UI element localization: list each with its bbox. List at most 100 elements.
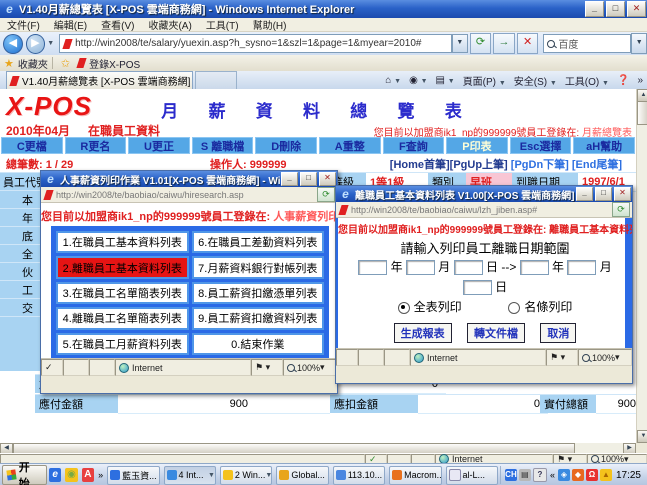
generate-report-button[interactable]: 生成報表 [394,323,452,343]
home-icon[interactable]: ⌂ ▼ [385,75,401,86]
radio-name-list[interactable]: 名條列印 [508,300,572,314]
menu-item-8[interactable]: 8.員工薪資扣繳憑單列表 [192,282,325,304]
taskbar-app-ie-group[interactable]: 4 Int...▼ [164,466,216,485]
menu-item-4[interactable]: 4.離職員工名單簡表列表 [56,307,189,329]
menu-item-1[interactable]: 1.在職員工基本資料列表 [56,231,189,253]
quicklaunch-ie-icon[interactable]: e [49,468,61,482]
menu-view[interactable]: 查看(V) [101,17,134,32]
tray-alert-icon[interactable]: ▲ [600,469,612,481]
refresh-icon[interactable]: ⟳ [612,202,630,217]
button-leave-file[interactable]: S 離職檔 [192,137,254,154]
leave-dialog-url[interactable]: http://win2008/te/baobiao/caiwu/lzh_jibe… [351,205,612,215]
help-tray-icon[interactable]: ? [533,468,547,482]
export-file-button[interactable]: 轉文件檔 [467,323,525,343]
feeds-icon[interactable]: ◉ ▼ [409,75,427,86]
menu-edit[interactable]: 編輯(E) [54,17,87,32]
scroll-thumb[interactable] [637,101,647,125]
scroll-down-icon[interactable]: ▼ [637,430,647,443]
nav-home-key[interactable]: [Home首筆] [390,159,450,171]
from-month-input[interactable] [406,260,435,275]
address-dropdown-icon[interactable]: ▼ [452,34,468,53]
search-options-icon[interactable]: ▼ [631,33,647,54]
address-bar[interactable]: http://win2008/te/salary/yuexin.asp?h_sy… [59,34,452,53]
favorites-label[interactable]: 收藏夾 [18,56,48,71]
menu-item-9[interactable]: 9.員工薪資扣繳資料列表 [192,307,325,329]
menu-tools[interactable]: 工具(T) [206,17,239,32]
more-icon[interactable]: » [637,75,643,86]
language-indicator[interactable]: CH [505,469,517,481]
tray-app-icon[interactable]: ◆ [572,469,584,481]
tray-qq-icon[interactable]: Ω [586,469,598,481]
button-rebuild[interactable]: A重整 [319,137,381,154]
cancel-button[interactable]: 取消 [540,323,576,343]
maximize-button[interactable]: □ [606,1,625,17]
nav-pgdn-key[interactable]: [PgDn下筆] [511,159,569,171]
print-dialog-titlebar[interactable]: e 人事薪資列印作業 V1.01[X-POS 雲端商務網] - Win... _… [41,171,337,187]
protected-mode-icon[interactable]: ⚑ ▾ [546,349,578,366]
button-print[interactable]: P印表 [446,137,508,154]
start-button[interactable]: 开始 [2,465,47,485]
menu-file[interactable]: 文件(F) [7,17,40,32]
window-titlebar[interactable]: e V1.40月薪總覽表 [X-POS 雲端商務網] - Windows Int… [0,0,647,18]
quicklaunch-more-icon[interactable]: » [98,470,103,480]
taskbar-app-document[interactable]: al-L... [446,466,498,485]
refresh-icon[interactable]: ⟳ [317,187,335,202]
address-url[interactable]: http://win2008/te/salary/yuexin.asp?h_sy… [75,38,451,49]
to-day-input[interactable] [463,280,492,295]
button-delete[interactable]: D刪除 [255,137,317,154]
menu-item-3[interactable]: 3.在職員工名單簡表列表 [56,282,189,304]
menu-item-2-selected[interactable]: 2.離職員工基本資料列表 [56,256,189,278]
favorites-star-icon[interactable]: ★ [4,57,14,70]
minimize-button[interactable]: _ [576,187,593,201]
close-button[interactable]: ✕ [627,1,646,17]
from-day-input[interactable] [454,260,483,275]
print-dialog-url[interactable]: http://win2008/te/baobiao/caiwu/hiresear… [56,190,317,200]
taskbar-app-lanyu[interactable]: 藍玉資... [107,466,159,485]
stop-button[interactable]: ✕ [517,33,539,54]
safety-menu[interactable]: 安全(S) ▼ [514,73,557,88]
zoom-control[interactable]: 100% ▾ [283,359,337,376]
quicklaunch-messenger-icon[interactable]: ◉ [65,468,77,482]
search-text[interactable]: 百度 [558,36,578,51]
button-change-file[interactable]: C更檔 [1,137,63,154]
tab-active[interactable]: V1.40月薪總覽表 [X-POS 雲端商務網] [6,71,193,89]
maximize-button[interactable]: □ [595,187,612,201]
button-help[interactable]: aH幫助 [573,137,635,154]
history-dropdown-icon[interactable]: ▼ [47,40,54,47]
new-tab-button[interactable] [195,71,237,89]
menu-favorites[interactable]: 收藏夾(A) [148,17,191,32]
print-icon[interactable]: ▤ ▼ [436,75,455,86]
menu-help[interactable]: 幫助(H) [253,17,287,32]
add-favorite-icon[interactable]: ✩ [61,57,70,70]
tools-menu[interactable]: 工具(O) ▼ [565,73,609,88]
tray-expand-icon[interactable]: « [550,470,555,480]
maximize-button[interactable]: □ [300,172,317,186]
taskbar-app-113[interactable]: 113.10... [333,466,385,485]
taskbar-app-global[interactable]: Global... [276,466,328,485]
vertical-scrollbar[interactable]: ▲ ▼ [636,89,647,443]
menu-item-6[interactable]: 6.在職員工差勤資料列表 [192,231,325,253]
favorite-link-xpos[interactable]: 登錄X-POS [89,56,140,71]
from-year-input[interactable] [358,260,387,275]
quicklaunch-qq-icon[interactable]: A [82,468,94,482]
nav-end-key[interactable]: [End尾筆] [572,159,622,171]
back-button[interactable]: ◀ [3,34,23,54]
close-button[interactable]: ✕ [319,172,336,186]
page-menu[interactable]: 頁面(P) ▼ [463,73,506,88]
radio-full-table[interactable]: 全表列印 [398,300,462,314]
to-month-input[interactable] [567,260,596,275]
tray-messenger-icon[interactable]: ◈ [558,469,570,481]
taskbar-app-macromedia[interactable]: Macrom... [389,466,441,485]
button-rename[interactable]: R更名 [65,137,127,154]
nav-pgup-key[interactable]: [PgUp上筆] [450,159,508,171]
search-input[interactable]: 百度 [543,34,631,53]
minimize-button[interactable]: _ [281,172,298,186]
button-esc-select[interactable]: Esc選擇 [510,137,572,154]
clock[interactable]: 17:25 [616,470,641,481]
to-year-input[interactable] [520,260,549,275]
zoom-control[interactable]: 100% ▾ [578,349,632,366]
menu-item-5[interactable]: 5.在職員工月薪資料列表 [56,333,189,355]
taskbar-app-windows-group[interactable]: 2 Win...▼ [220,466,272,485]
refresh-button[interactable]: ⟳ [470,33,492,54]
button-query[interactable]: F查詢 [383,137,445,154]
